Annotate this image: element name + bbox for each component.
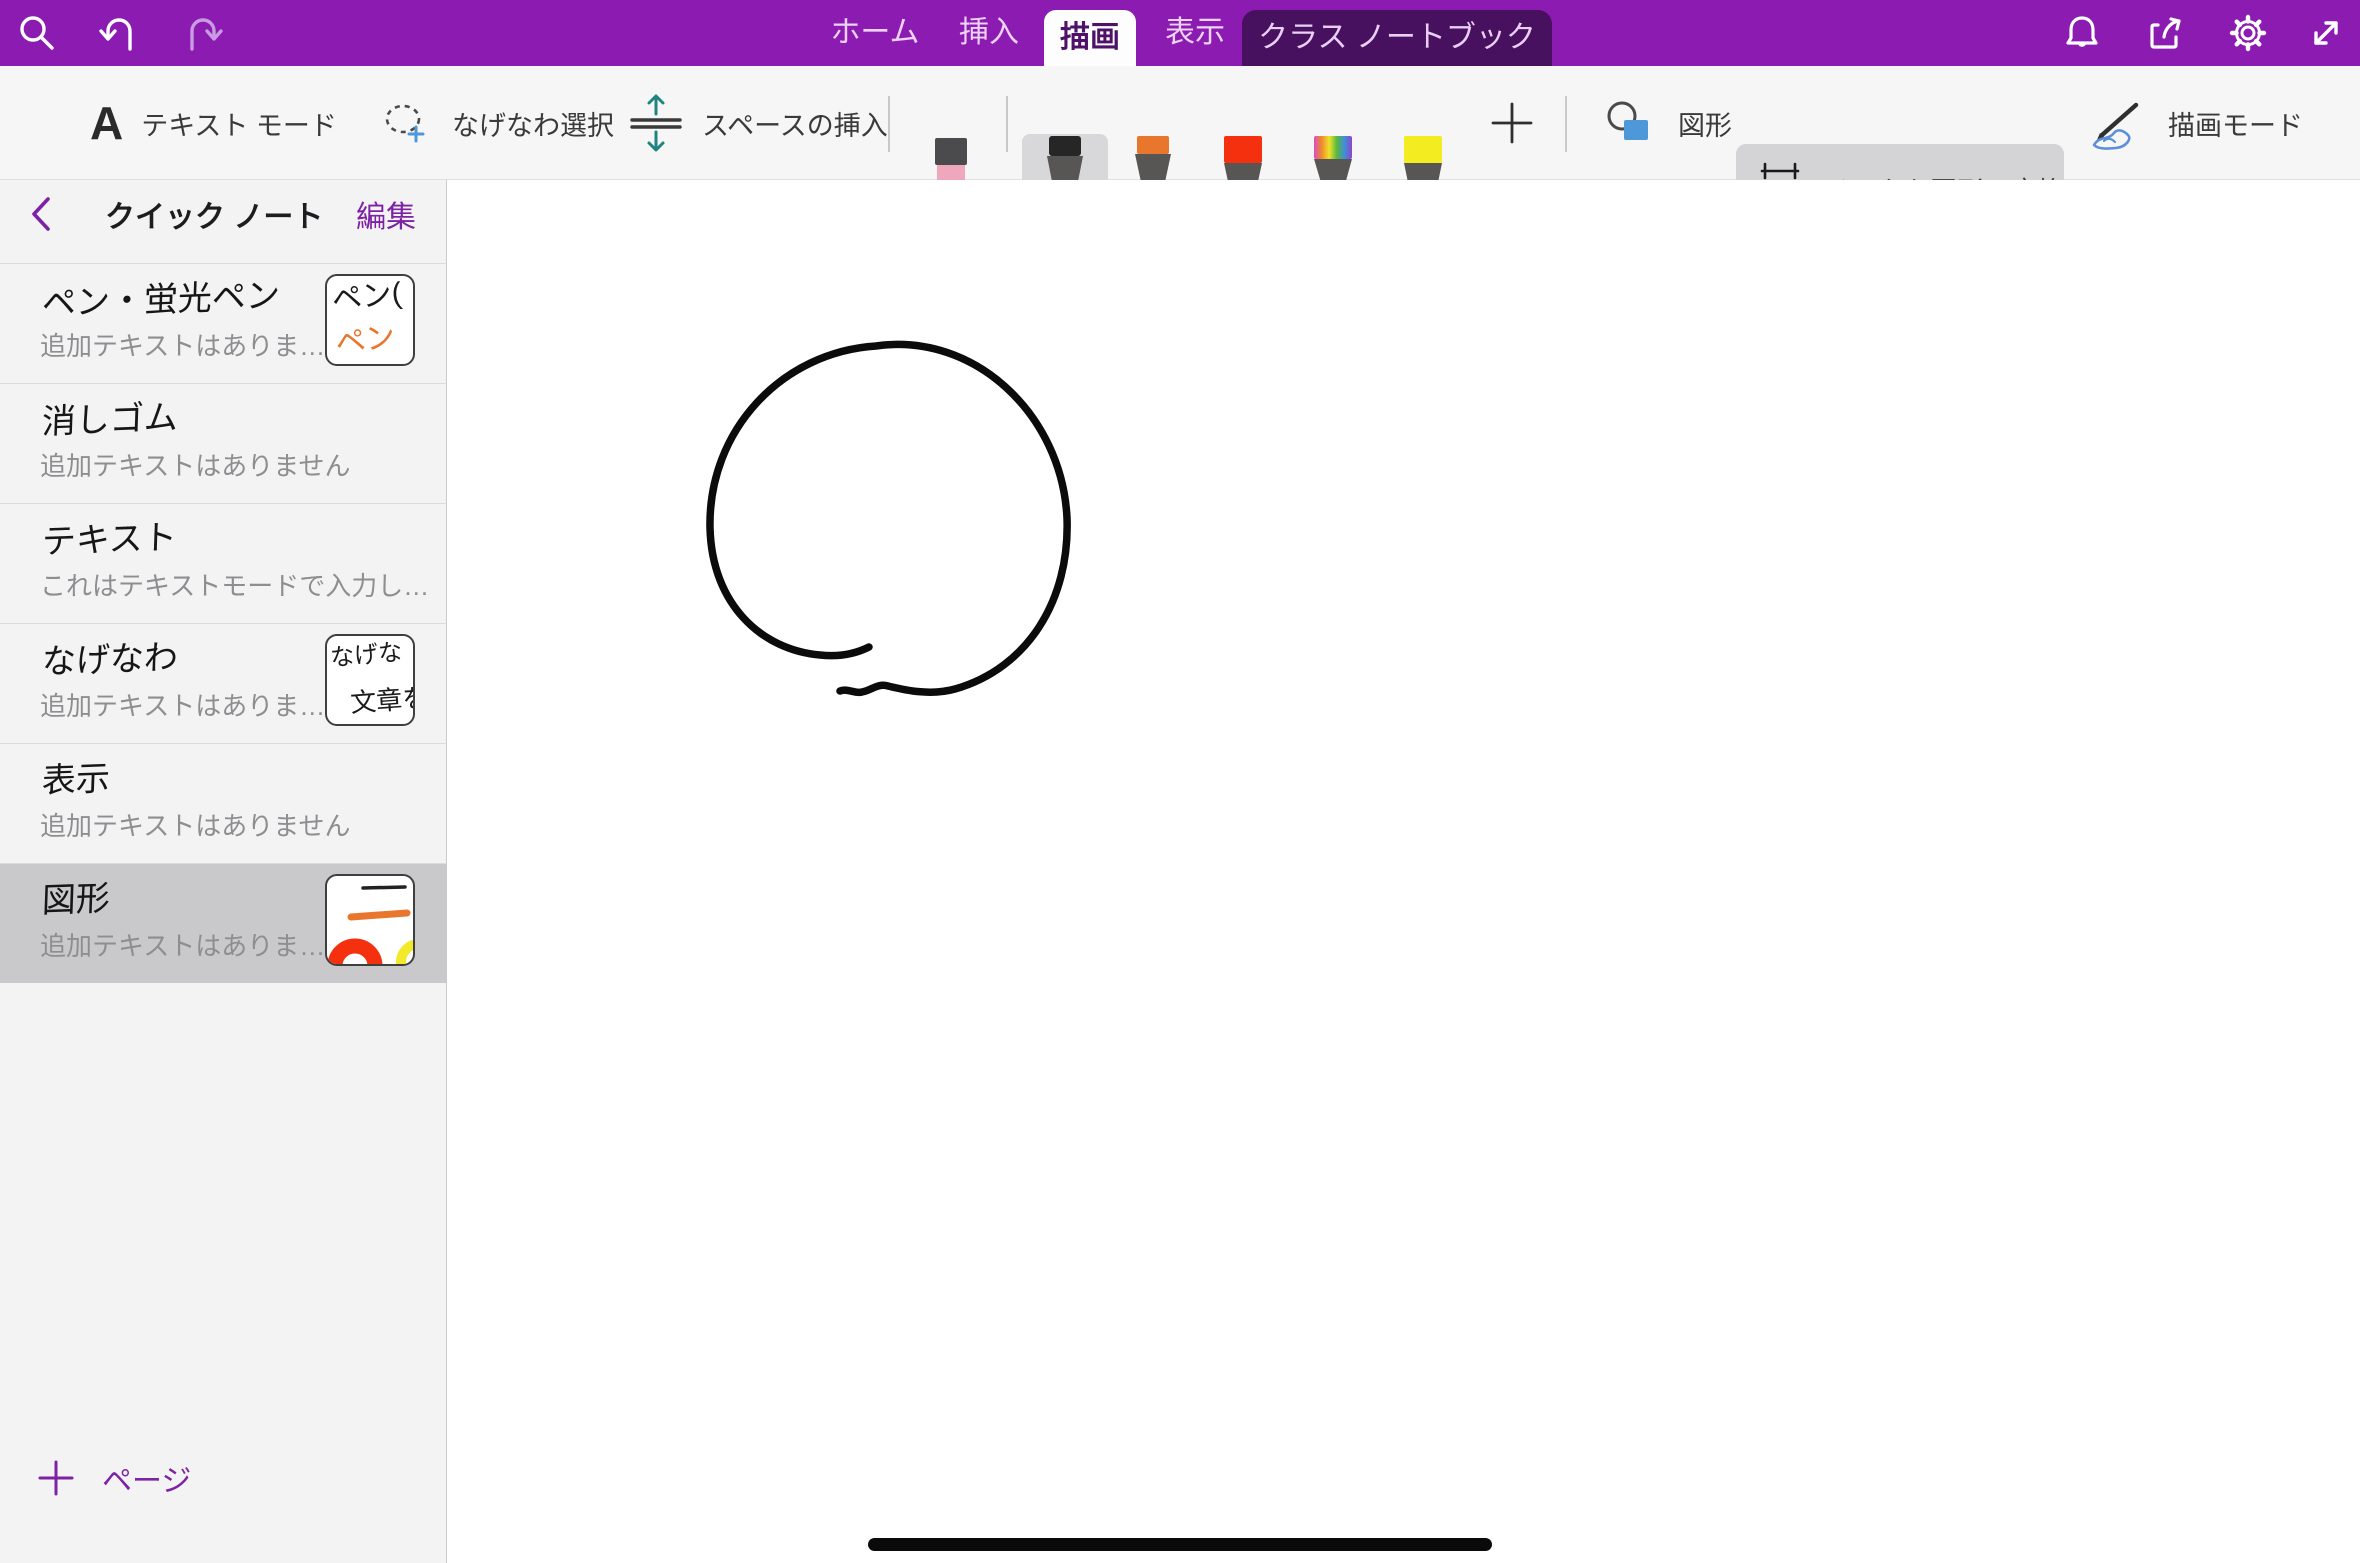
page-list-item[interactable]: テキスト これはテキストモードで入力し… [0, 503, 447, 623]
page-thumbnail: ペン( ペン [325, 274, 415, 366]
tab-view[interactable]: 表示 [1154, 0, 1236, 66]
page-list-item[interactable]: なげなわ 追加テキストはありま… なげな 文章を [0, 623, 447, 743]
toolbar-divider [1565, 96, 1567, 152]
top-app-bar: ホーム 挿入 描画 表示 クラス ノートブック [0, 0, 2360, 66]
svg-text:なげな: なげな [329, 639, 403, 672]
draw-mode-label: 描画モード [2168, 104, 2303, 143]
page-title-ink: なげなわ [41, 630, 179, 684]
add-page-label: ページ [102, 1456, 191, 1500]
shapes-icon [1604, 98, 1660, 148]
home-indicator-bar[interactable] [868, 1538, 1492, 1551]
draw-mode-button[interactable]: 描画モード [2088, 66, 2303, 180]
toolbar-divider [888, 96, 890, 152]
hand-pen-icon [2088, 95, 2150, 151]
page-subtitle: 追加テキストはありま… [40, 926, 325, 963]
toolbar-divider [1006, 96, 1008, 152]
bell-icon[interactable] [2060, 11, 2104, 55]
svg-text:ペン: ペン [333, 320, 397, 361]
draw-toolbar: A テキスト モード なげなわ選択 ス [0, 66, 2360, 180]
lasso-select-button[interactable]: なげなわ選択 [378, 66, 614, 180]
page-title-ink: テキスト [41, 510, 178, 564]
fullscreen-icon[interactable] [2304, 11, 2348, 55]
share-icon[interactable] [2144, 11, 2188, 55]
plus-icon [1489, 100, 1535, 146]
svg-text:ペン(: ペン( [330, 277, 403, 317]
page-thumbnail: なげな 文章を [325, 634, 415, 726]
tab-draw[interactable]: 描画 [1044, 10, 1136, 66]
redo-icon[interactable] [182, 11, 226, 55]
shapes-button[interactable]: 図形 [1604, 66, 1732, 180]
page-subtitle: 追加テキストはありません [40, 806, 350, 843]
page-list-item-selected[interactable]: 図形 追加テキストはありま… [0, 863, 447, 983]
tab-home[interactable]: ホーム [828, 0, 922, 66]
add-pen-button[interactable] [1489, 66, 1535, 180]
text-mode-button[interactable]: A テキスト モード [90, 66, 337, 180]
page-subtitle: これはテキストモードで入力し… [40, 566, 429, 603]
page-list-item[interactable]: 消しゴム 追加テキストはありません [0, 383, 447, 503]
insert-space-label: スペースの挿入 [702, 104, 888, 143]
page-thumbnail [325, 874, 415, 966]
ink-stroke-circle [447, 180, 2360, 1563]
tab-class-notebook[interactable]: クラス ノートブック [1242, 10, 1552, 66]
edit-button[interactable]: 編集 [356, 192, 416, 236]
page-list-sidebar: クイック ノート 編集 ペン・蛍光ペン 追加テキストはありま… ペン( ペン 消… [0, 180, 447, 1563]
text-mode-label: テキスト モード [141, 104, 337, 143]
page-title-ink: 表示 [41, 751, 111, 802]
page-title-ink: ペン・蛍光ペン [41, 268, 281, 325]
search-icon[interactable] [14, 11, 58, 55]
page-title-ink: 消しゴム [41, 390, 179, 444]
insert-space-button[interactable]: スペースの挿入 [628, 66, 888, 180]
notebook-section-title: クイック ノート [105, 192, 323, 236]
insert-space-icon [628, 92, 684, 154]
gear-icon[interactable] [2226, 11, 2270, 55]
letter-a-icon: A [90, 100, 123, 146]
page-subtitle: 追加テキストはありま… [40, 326, 325, 363]
plus-icon [36, 1458, 76, 1498]
tab-insert[interactable]: 挿入 [948, 0, 1030, 66]
back-chevron-icon[interactable] [30, 196, 52, 232]
page-list-item[interactable]: 表示 追加テキストはありません [0, 743, 447, 863]
page-list-item[interactable]: ペン・蛍光ペン 追加テキストはありま… ペン( ペン [0, 263, 447, 383]
lasso-icon [378, 97, 434, 149]
page-subtitle: 追加テキストはありま… [40, 686, 325, 723]
page-subtitle: 追加テキストはありません [40, 446, 350, 483]
svg-text:文章を: 文章を [349, 683, 413, 718]
drawing-canvas[interactable] [447, 180, 2360, 1563]
shapes-label: 図形 [1678, 104, 1732, 143]
undo-icon[interactable] [96, 11, 140, 55]
add-page-button[interactable]: ページ [36, 1456, 191, 1500]
page-title-ink: 図形 [41, 871, 111, 922]
lasso-select-label: なげなわ選択 [452, 104, 614, 143]
